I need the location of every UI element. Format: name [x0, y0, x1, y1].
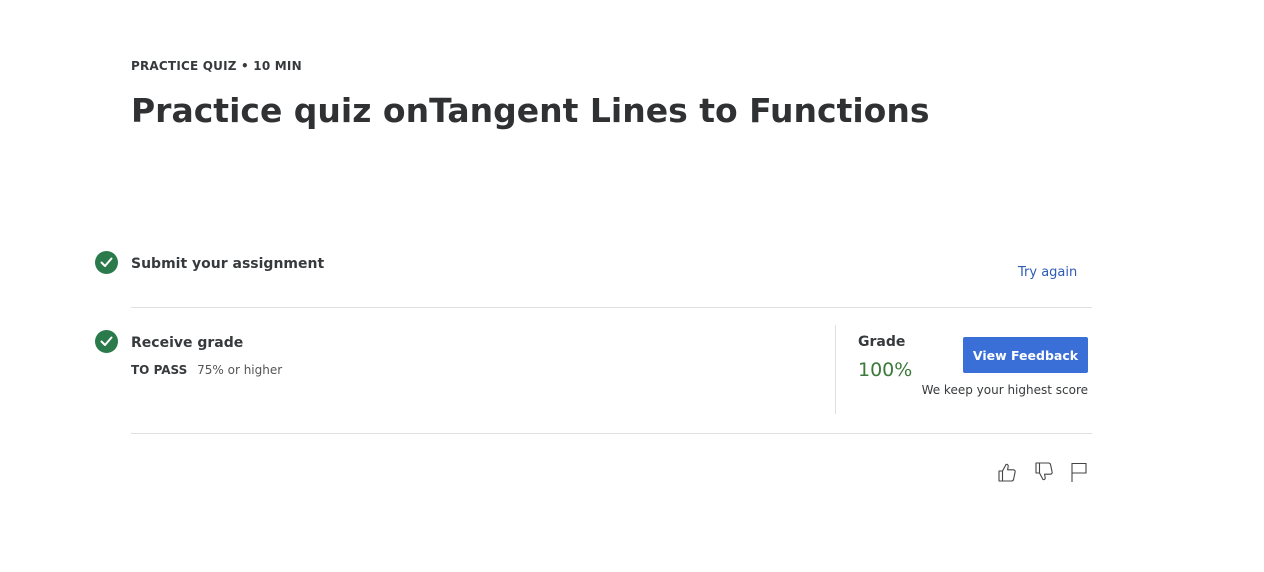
flag-icon[interactable] — [1067, 460, 1091, 484]
page-title: Practice quiz onTangent Lines to Functio… — [131, 91, 930, 130]
to-pass-value: 75% or higher — [197, 363, 283, 377]
check-circle-icon — [95, 251, 118, 274]
view-feedback-button[interactable]: View Feedback — [963, 337, 1088, 373]
grade-value: 100% — [858, 359, 913, 381]
thumbs-down-icon[interactable] — [1032, 460, 1056, 484]
check-circle-icon — [95, 330, 118, 353]
try-again-link[interactable]: Try again — [1018, 265, 1077, 280]
grade-divider — [835, 325, 836, 414]
highest-score-note: We keep your highest score — [921, 383, 1088, 397]
to-pass-label: TO PASS — [131, 363, 188, 377]
quiz-page: PRACTICE QUIZ • 10 MIN Practice quiz onT… — [0, 0, 1264, 572]
divider — [131, 433, 1092, 434]
divider — [131, 307, 1092, 308]
thumbs-up-icon[interactable] — [995, 460, 1019, 484]
pass-requirement: TO PASS 75% or higher — [131, 363, 282, 377]
step-submit-title: Submit your assignment — [131, 256, 325, 272]
step-receive-title: Receive grade — [131, 335, 244, 351]
grade-label: Grade — [858, 334, 906, 350]
quiz-meta: PRACTICE QUIZ • 10 MIN — [131, 59, 302, 73]
